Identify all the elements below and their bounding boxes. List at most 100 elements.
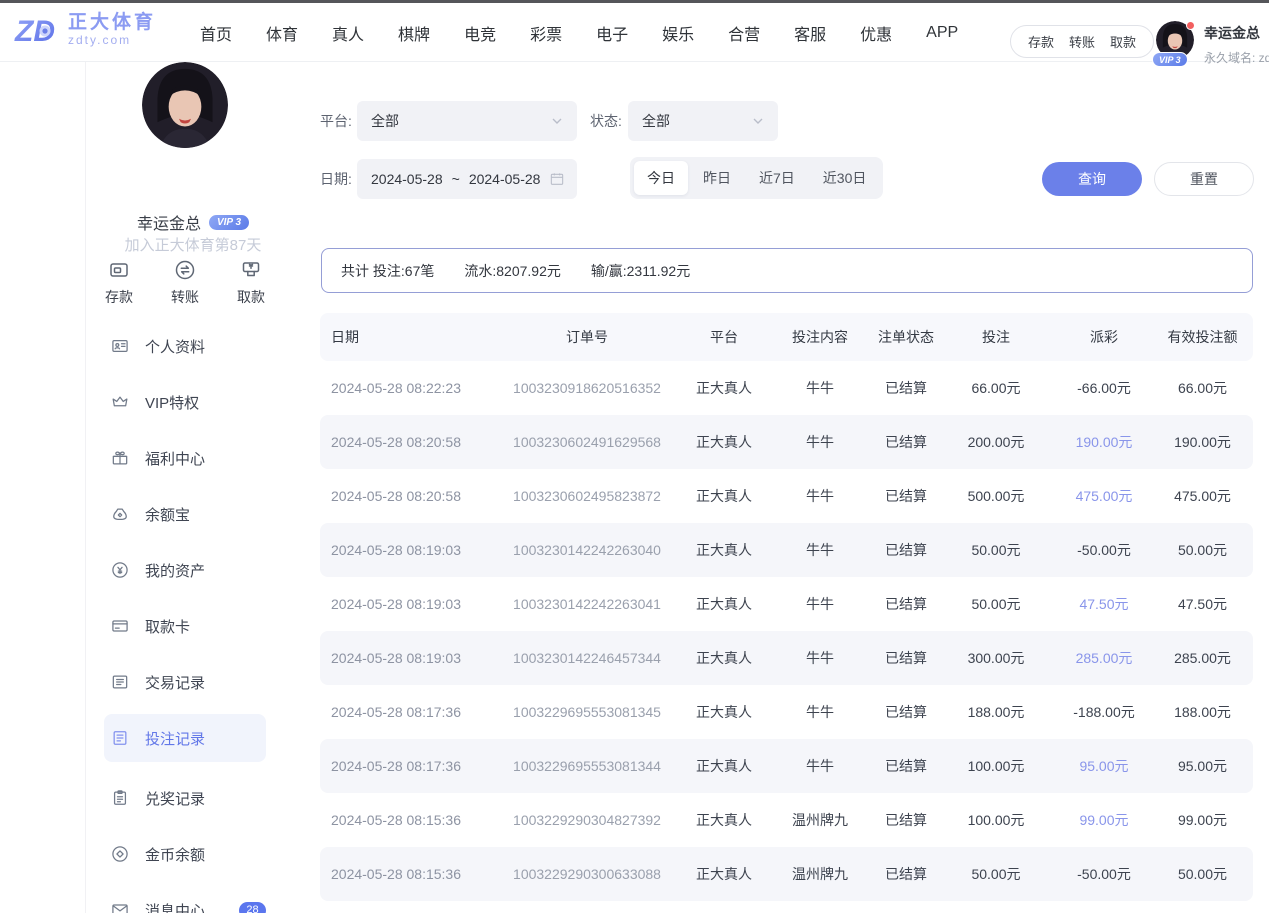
sidebar-item-消息中心[interactable]: 消息中心28 (85, 882, 301, 913)
sidebar-item-row[interactable]: 投注记录 (104, 714, 266, 762)
sidebar-item-VIP特权[interactable]: VIP特权 (85, 374, 301, 430)
id-card-icon (110, 336, 130, 356)
sidebar-item-交易记录[interactable]: 交易记录 (85, 654, 301, 710)
cell-bet-amount: 200.00元 (936, 432, 1056, 452)
sidebar-item-余额宝[interactable]: 余额宝 (85, 486, 301, 542)
sidebar-item-label: 交易记录 (145, 672, 205, 693)
sidebar-item-label: 兑奖记录 (145, 788, 205, 809)
sidebar-item-福利中心[interactable]: 福利中心 (85, 430, 301, 486)
cell-status: 已结算 (876, 756, 936, 776)
nav-user-domain: 永久域名: zdty (1204, 49, 1269, 66)
page: ZD 正大体育 zdty.com 首页 体育 真人 棋牌 电竞 彩票 电子 娱乐 合营 客服 优惠 A… (0, 0, 1269, 913)
cell-payout: 190.00元 (1056, 432, 1152, 452)
date-to[interactable]: 2024-05-28 (469, 171, 541, 187)
cell-platform: 正大真人 (684, 810, 764, 830)
sidebar-item-row[interactable]: 福利中心 (85, 430, 301, 486)
sidebar-item-兑奖记录[interactable]: 兑奖记录 (85, 770, 301, 826)
coin-icon (110, 844, 130, 864)
cell-bet-content: 牛牛 (764, 702, 876, 722)
sidebar-item-row[interactable]: 消息中心28 (85, 882, 301, 913)
message-icon (110, 900, 130, 913)
quick-action-label: 转账 (171, 287, 199, 307)
table-row: 2024-05-28 08:19:031003230142242263040正大… (320, 523, 1253, 577)
sidebar-item-row[interactable]: VIP特权 (85, 374, 301, 430)
brand-domain: zdty.com (68, 34, 156, 47)
nav-avatar-wrap[interactable]: VIP 3 (1156, 21, 1196, 61)
sidebar-item-金币余额[interactable]: 金币余额 (85, 826, 301, 882)
profile-avatar[interactable] (142, 62, 228, 148)
quick-action-存款[interactable]: 存款 (93, 258, 145, 307)
sidebar-item-投注记录[interactable]: 投注记录 (85, 714, 301, 770)
sidebar-item-row[interactable]: 金币余额 (85, 826, 301, 882)
nav-item-客服[interactable]: 客服 (794, 21, 826, 45)
nav-item-优惠[interactable]: 优惠 (860, 21, 892, 45)
cell-order-number: 1003229695553081344 (490, 758, 684, 774)
nav-item-合营[interactable]: 合营 (728, 21, 760, 45)
quick-action-取款[interactable]: 取款 (225, 258, 277, 307)
sidebar-item-row[interactable]: 余额宝 (85, 486, 301, 542)
table-row: 2024-05-28 08:20:581003230602495823872正大… (320, 469, 1253, 523)
nav-item-娱乐[interactable]: 娱乐 (662, 21, 694, 45)
nav-item-首页[interactable]: 首页 (200, 21, 232, 45)
status-select[interactable]: 全部 (628, 101, 778, 141)
nav-user-name-text: 幸运金总 (1204, 25, 1260, 41)
pill-action-转账[interactable]: 转账 (1069, 32, 1095, 51)
sidebar-item-label: 金币余额 (145, 844, 205, 865)
platform-select-value: 全部 (371, 111, 399, 131)
nav-item-电子[interactable]: 电子 (596, 21, 628, 45)
cell-platform: 正大真人 (684, 594, 764, 614)
nav-item-彩票[interactable]: 彩票 (530, 21, 562, 45)
nav-user[interactable]: VIP 3 幸运金总总 永久域名: zdty (1156, 21, 1269, 66)
column-header-有效投注额: 有效投注额 (1152, 327, 1253, 347)
date-label: 日期: (320, 159, 352, 199)
cell-payout: -50.00元 (1056, 864, 1152, 884)
column-header-平台: 平台 (684, 327, 764, 347)
sidebar: 幸运金总 VIP 3 加入正大体育第87天 存款转账取款 个人资料VIP特权福利… (85, 62, 301, 913)
chevron-down-icon (750, 113, 766, 129)
profile-name: 幸运金总 (137, 210, 201, 234)
cell-order-number: 1003230142242263041 (490, 596, 684, 612)
cell-valid-amount: 47.50元 (1152, 594, 1253, 614)
nav-item-体育[interactable]: 体育 (266, 21, 298, 45)
nav-item-棋牌[interactable]: 棋牌 (398, 21, 430, 45)
quick-action-转账[interactable]: 转账 (159, 258, 211, 307)
quick-action-label: 存款 (105, 287, 133, 307)
cell-platform: 正大真人 (684, 378, 764, 398)
cell-status: 已结算 (876, 864, 936, 884)
platform-select[interactable]: 全部 (357, 101, 577, 141)
sidebar-item-个人资料[interactable]: 个人资料 (85, 318, 301, 374)
bet-records-table: 日期订单号平台投注内容注单状态投注派彩有效投注额 2024-05-28 08:2… (320, 313, 1253, 901)
range-tab-昨日[interactable]: 昨日 (690, 161, 744, 195)
pill-action-存款[interactable]: 存款 (1028, 32, 1054, 51)
summary-item-2: 输/赢:2311.92元 (591, 261, 690, 281)
sidebar-item-row[interactable]: 交易记录 (85, 654, 301, 710)
cell-bet-amount: 100.00元 (936, 756, 1056, 776)
sidebar-item-取款卡[interactable]: 取款卡 (85, 598, 301, 654)
date-from[interactable]: 2024-05-28 (371, 171, 443, 187)
cell-status: 已结算 (876, 378, 936, 398)
range-tab-近30日[interactable]: 近30日 (810, 161, 880, 195)
nav-item-电竞[interactable]: 电竞 (464, 21, 496, 45)
reset-button[interactable]: 重置 (1154, 162, 1254, 196)
nav-item-真人[interactable]: 真人 (332, 21, 364, 45)
cell-date: 2024-05-28 08:15:36 (320, 866, 490, 882)
sidebar-item-我的资产[interactable]: 我的资产 (85, 542, 301, 598)
pill-action-取款[interactable]: 取款 (1110, 32, 1136, 51)
nav-item-APP[interactable]: APP (926, 24, 958, 42)
cell-valid-amount: 95.00元 (1152, 756, 1253, 776)
sidebar-item-row[interactable]: 取款卡 (85, 598, 301, 654)
sidebar-item-row[interactable]: 我的资产 (85, 542, 301, 598)
brand-logo[interactable]: ZD 正大体育 zdty.com (14, 11, 156, 49)
search-button[interactable]: 查询 (1042, 162, 1142, 196)
range-tab-今日[interactable]: 今日 (634, 161, 688, 195)
brand-name: 正大体育 (68, 13, 156, 34)
cell-bet-amount: 100.00元 (936, 810, 1056, 830)
main-nav: 首页 体育 真人 棋牌 电竞 彩票 电子 娱乐 合营 客服 优惠 APP (200, 3, 958, 62)
date-range-input[interactable]: 2024-05-28 ~ 2024-05-28 (357, 159, 577, 199)
cell-status: 已结算 (876, 702, 936, 722)
cell-date: 2024-05-28 08:22:23 (320, 380, 490, 396)
range-tab-近7日[interactable]: 近7日 (746, 161, 808, 195)
sidebar-item-row[interactable]: 个人资料 (85, 318, 301, 374)
sidebar-item-row[interactable]: 兑奖记录 (85, 770, 301, 826)
table-header: 日期订单号平台投注内容注单状态投注派彩有效投注额 (320, 313, 1253, 361)
